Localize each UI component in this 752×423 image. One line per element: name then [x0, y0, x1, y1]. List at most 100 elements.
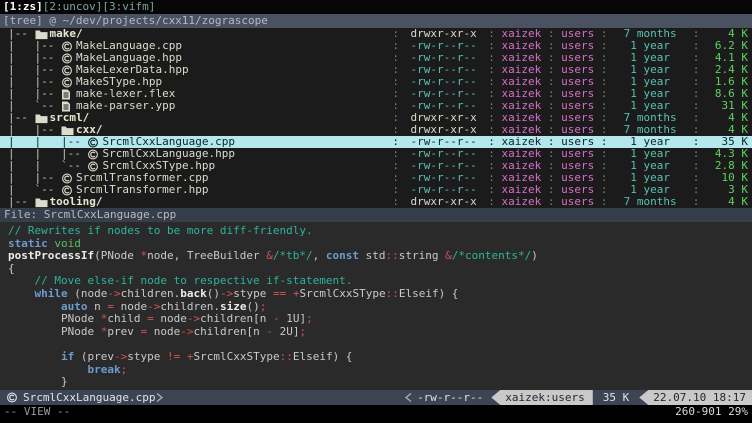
code-token: node — [114, 300, 147, 313]
tab-1[interactable]: [1:zs] — [3, 0, 43, 14]
file-owner: xaizek — [502, 196, 542, 208]
code-token: child — [107, 312, 147, 325]
doc-icon — [61, 101, 74, 112]
code-token: // Move else-if node to respective if-st… — [35, 274, 353, 287]
tab-2[interactable]: [2:uncov] — [43, 0, 103, 14]
code-token: (node — [68, 287, 108, 300]
code-token: stype — [127, 350, 167, 363]
code-token: () — [207, 287, 220, 300]
c-file-icon — [87, 161, 100, 172]
c-file-icon — [61, 173, 74, 184]
scroll-position: 260-901 29% — [675, 405, 748, 419]
code-token: == — [273, 287, 286, 300]
code-token: static — [8, 237, 48, 250]
code-token: const — [326, 249, 359, 262]
code-token: - — [266, 325, 273, 338]
tab-3[interactable]: [3:vifm] — [102, 0, 155, 14]
status-file: SrcmlCxxLanguage.cpp — [0, 391, 164, 404]
folder-icon — [35, 113, 48, 124]
code-token: node, TreeBuilder — [147, 249, 266, 262]
code-line: break; — [8, 364, 752, 377]
code-token: -> — [187, 312, 200, 325]
status-owner-segment: xaizek:users — [491, 390, 592, 405]
code-token — [8, 300, 61, 313]
code-token: (PNode — [94, 249, 140, 262]
code-token: back — [180, 287, 207, 300]
code-line: postProcessIf(PNode *node, TreeBuilder &… — [8, 250, 752, 263]
code-token: -> — [114, 350, 127, 363]
c-file-icon — [61, 53, 74, 64]
code-token: node — [147, 325, 180, 338]
code-token: stype — [233, 287, 273, 300]
code-token: -> — [220, 287, 233, 300]
c-file-icon — [87, 137, 100, 148]
status-perms: -rw-r--r-- — [413, 391, 491, 404]
file-size: 4 K — [706, 196, 748, 208]
code-token: ; — [260, 300, 267, 313]
code-token: } — [8, 375, 68, 388]
code-token: = — [147, 312, 154, 325]
c-file-icon — [61, 77, 74, 88]
dir-name: tooling/ — [50, 196, 103, 208]
code-token: 1U] — [280, 312, 307, 325]
code-token: prev — [107, 325, 140, 338]
doc-icon — [61, 89, 74, 100]
tab-bar: [1:zs][2:uncov][3:vifm] — [0, 0, 752, 14]
c-file-icon — [6, 392, 19, 403]
c-file-icon — [61, 185, 74, 196]
status-bar: SrcmlCxxLanguage.cpp -rw-r--r-- xaizek:u… — [0, 390, 752, 405]
folder-icon — [35, 29, 48, 40]
chevron-right-icon — [155, 392, 164, 403]
file-group: users — [561, 196, 594, 208]
code-token: while — [35, 287, 68, 300]
code-line: PNode *prev = node->children[n - 2U]; — [8, 326, 752, 339]
code-token: break — [87, 363, 120, 376]
code-token: ) — [531, 249, 538, 262]
mode-line: -- VIEW -- 260-901 29% — [0, 405, 752, 419]
chevron-left-icon — [404, 392, 413, 403]
code-token: :: — [280, 350, 293, 363]
code-token: Elseif) { — [293, 350, 353, 363]
code-token: n — [87, 300, 107, 313]
code-token: :: — [386, 249, 399, 262]
code-token: SrcmlCxxSType — [193, 350, 279, 363]
code-token: -> — [147, 300, 160, 313]
file-row[interactable]: |-- tooling/ : drwxr-xr-x : xaizek : use… — [0, 196, 752, 208]
code-token — [180, 350, 187, 363]
column-separator: : — [686, 196, 706, 208]
status-size-segment: 35 K — [593, 390, 640, 405]
code-token: ; — [121, 363, 128, 376]
code-token: PNode — [8, 312, 101, 325]
code-token: children[n — [193, 325, 266, 338]
mode-indicator: -- VIEW -- — [4, 405, 70, 419]
tree-prefix: |-- — [8, 196, 35, 208]
vifm-window: [1:zs][2:uncov][3:vifm] [tree] @ ~/dev/p… — [0, 0, 752, 423]
status-file-name: SrcmlCxxLanguage.cpp — [23, 391, 155, 404]
code-token: children[n — [200, 312, 273, 325]
code-token: /*contents*/ — [452, 249, 531, 262]
column-separator: : — [594, 196, 614, 208]
code-token: ; — [299, 325, 306, 338]
code-token: - — [273, 312, 280, 325]
code-token: postProcessIf — [8, 249, 94, 262]
code-line: } — [8, 376, 752, 389]
file-name: make-parser.ypp — [76, 100, 175, 112]
code-token: :: — [386, 287, 399, 300]
code-token: & — [445, 249, 452, 262]
code-preview[interactable]: // Rewrites if nodes to be more diff-fri… — [0, 222, 752, 390]
code-token — [8, 363, 87, 376]
code-token: != — [167, 350, 180, 363]
file-list[interactable]: |-- make/ : drwxr-xr-x : xaizek : users … — [0, 28, 752, 208]
code-token: (prev — [74, 350, 114, 363]
code-token: Elseif) { — [399, 287, 459, 300]
column-separator: : — [482, 196, 502, 208]
code-token: children. — [121, 287, 181, 300]
code-token: if — [61, 350, 74, 363]
c-file-icon — [61, 41, 74, 52]
code-token: & — [266, 249, 273, 262]
code-token: = — [107, 300, 114, 313]
folder-icon — [61, 125, 74, 136]
code-token: , — [313, 249, 326, 262]
code-token: // Rewrites if nodes to be more diff-fri… — [8, 224, 313, 237]
code-token: void — [54, 237, 81, 250]
